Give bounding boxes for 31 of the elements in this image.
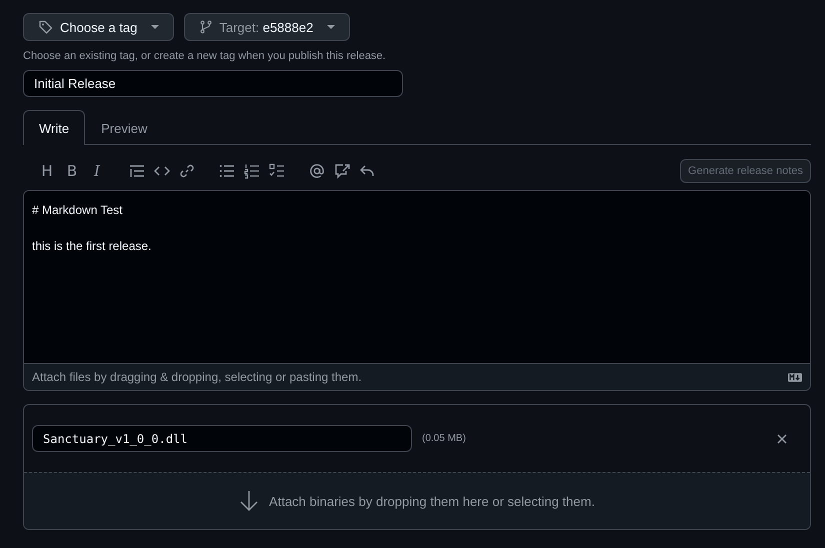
tag-icon bbox=[38, 19, 54, 35]
title-field[interactable]: Initial Release bbox=[23, 70, 403, 97]
markdown-editor[interactable]: # Markdown Test this is the first release. Attach files by dragging & dropping, selecting or pasting them. bbox=[23, 190, 811, 391]
editor-tab[interactable]: Preview bbox=[85, 110, 164, 145]
format-button[interactable]: B bbox=[64, 162, 80, 180]
caret-icon bbox=[151, 25, 160, 29]
dropzone-hint: Attach binaries by dropping them here or selecting them. bbox=[269, 494, 595, 508]
link-icon[interactable] bbox=[179, 163, 195, 179]
editor-text-line: # Markdown Test bbox=[32, 203, 122, 217]
asset-size: (0.05 MB) bbox=[422, 433, 466, 444]
editor-tab[interactable]: Write bbox=[23, 110, 86, 145]
quote-icon[interactable] bbox=[129, 163, 145, 179]
tag-dropdown[interactable]: Choose a tag bbox=[23, 13, 174, 41]
attach-files-hint: Attach files by dragging & dropping, selecting or pasting them. bbox=[32, 370, 362, 384]
tag-hint: Choose an existing tag, or create a new tag when you publish this release. bbox=[23, 50, 387, 62]
close-icon[interactable] bbox=[777, 434, 787, 444]
numbered-list-icon[interactable] bbox=[244, 163, 260, 179]
italic-button[interactable]: I bbox=[89, 162, 105, 180]
cross-reference-icon[interactable] bbox=[334, 163, 350, 179]
caret-icon bbox=[327, 25, 336, 29]
mention-icon[interactable] bbox=[309, 163, 325, 179]
target-dropdown[interactable]: Target: e5888e2 bbox=[184, 13, 350, 41]
branch-icon bbox=[199, 19, 214, 35]
editor-text-line: this is the first release. bbox=[32, 239, 152, 253]
markdown-icon bbox=[788, 372, 802, 382]
reply-icon[interactable] bbox=[359, 163, 375, 179]
task-list-icon[interactable] bbox=[269, 163, 285, 179]
bullet-list-icon[interactable] bbox=[219, 163, 235, 179]
arrow-down-icon bbox=[239, 490, 260, 512]
format-button[interactable]: H bbox=[39, 162, 55, 180]
asset-name-field[interactable]: Sanctuary_v1_0_0.dll bbox=[32, 425, 412, 452]
